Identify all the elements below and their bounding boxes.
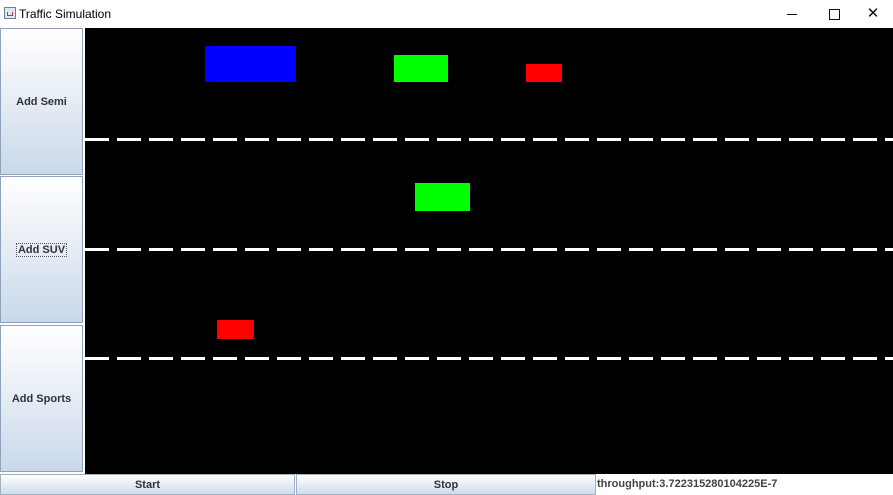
add-suv-button[interactable]: Add SUV [0,176,83,323]
suv-vehicle [415,183,470,211]
sports-vehicle [526,64,562,82]
close-button[interactable]: ✕ [850,0,893,28]
road-canvas [85,28,893,474]
add-sports-label: Add Sports [11,392,72,405]
minimize-button[interactable] [769,0,815,28]
lane-divider [85,357,893,360]
add-sports-button[interactable]: Add Sports [0,325,83,472]
close-icon: ✕ [866,5,880,22]
add-semi-button[interactable]: Add Semi [0,28,83,175]
bottom-bar: Start Stop throughput:3.722315280104225E… [0,474,893,495]
title-bar: Traffic Simulation ✕ [0,0,893,28]
maximize-icon [828,9,840,21]
semi-vehicle [205,46,296,82]
stop-button[interactable]: Stop [296,474,596,495]
sidebar: Add Semi Add SUV Add Sports [0,28,85,474]
lane-divider [85,138,893,141]
suv-vehicle [394,55,448,82]
add-semi-label: Add Semi [16,95,67,108]
window-title: Traffic Simulation [19,7,112,21]
sports-vehicle [217,320,254,339]
start-button[interactable]: Start [0,474,295,495]
java-app-icon [4,7,16,19]
minimize-icon [787,14,797,16]
throughput-status: throughput:3.722315280104225E-7 [597,478,778,490]
lane-divider [85,248,893,251]
add-suv-label: Add SUV [15,242,68,257]
